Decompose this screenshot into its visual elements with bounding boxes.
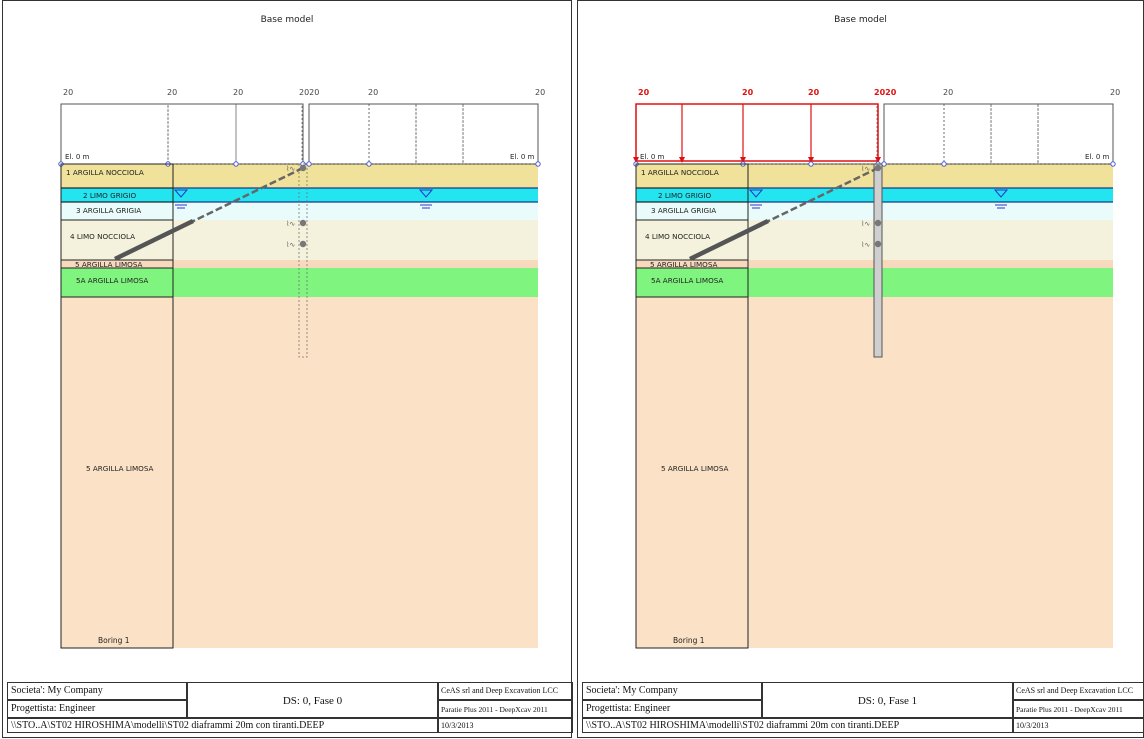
surcharge-label: 2020 [299,88,319,97]
spring-icon: ⌇∿ [861,241,870,249]
surface-node [233,161,239,167]
surcharge-box [167,103,237,165]
stratum-label: 3 ARGILLA GRIGIA [76,206,141,215]
diaphragm-wall [873,163,883,358]
company-field: Societa': My Company [7,682,187,700]
surcharge-label: 2020 [874,88,897,97]
surcharge-outline-left [60,103,304,164]
title-block: Societa': My Company Progettista: Engine… [3,682,573,739]
file-path-field: \\STO..A\ST02 HIROSHIMA\modelli\ST02 dia… [7,718,438,733]
surcharge-box [810,103,878,165]
date-field: 10/3/2013 [1013,718,1144,733]
support-node [874,240,882,248]
surcharge-label: 20 [1110,88,1120,97]
surcharge-outline-left [635,103,879,164]
designer-field: Progettista: Engineer [582,700,762,718]
support-node [299,219,307,227]
surcharge-label: 20 [943,88,953,97]
boring-label: Boring 1 [98,636,130,645]
surcharge-label: 20 [742,88,754,97]
support-node [874,164,882,172]
surcharge-label: 20 [167,88,177,97]
surcharge-label: 20 [233,88,243,97]
stratum-label: 4 LIMO NOCCIOLA [70,232,135,241]
surcharge-box [235,103,303,165]
surface-node [366,161,372,167]
surface-node [1110,161,1116,167]
boring-label: Boring 1 [673,636,705,645]
surface-node [808,161,814,167]
file-path-field: \\STO..A\ST02 HIROSHIMA\modelli\ST02 dia… [582,718,1013,733]
stratum-label: 5 ARGILLA LIMOSA [650,260,718,269]
stage-panel-fase-0: Base model 20 20 20 2020 20 20 El. 0 m El. 0 m1… [2,0,573,739]
surcharge-label: 20 [368,88,378,97]
stratum-label: 5 ARGILLA LIMOSA [86,464,154,473]
program-field: Paratie Plus 2011 - DeepXcav 2011 [438,700,573,718]
surcharge-label: 20 [63,88,73,97]
stratum-label: 5A ARGILLA LIMOSA [651,276,723,285]
stage-field: DS: 0, Fase 1 [762,682,1013,718]
stratum-label: 5 ARGILLA LIMOSA [75,260,143,269]
surface-node [306,161,312,167]
spring-icon: ⌇∿ [286,241,295,249]
surcharge-label: 20 [535,88,545,97]
firm-field: CeAS srl and Deep Excavation LCC [438,682,573,700]
surface-node [941,161,947,167]
support-node [299,164,307,172]
designer-field: Progettista: Engineer [7,700,187,718]
stratum-label: 5A ARGILLA LIMOSA [76,276,148,285]
surcharge-load-outline [635,103,879,161]
surcharge-outline-right [883,103,1114,164]
spring-icon: ⌇∿ [286,220,295,228]
surcharge-label: 20 [808,88,820,97]
stratum-label: 1 ARGILLA NOCCIOLA [66,168,144,177]
surcharge-box [368,103,417,165]
company-field: Societa': My Company [582,682,762,700]
surcharge-box [308,103,370,165]
stage-field: DS: 0, Fase 0 [187,682,438,718]
section-drawing: 20 20 20 2020 20 20El. 0 m El. 0 m1 ARGILLA NO… [633,88,1120,649]
surcharge-outline-right [308,103,539,164]
stratum-label: 3 ARGILLA GRIGIA [651,206,716,215]
section-drawing: 20 20 20 2020 20 20El. 0 m El. 0 m1 ARGILLA NO… [58,88,545,649]
spring-icon: ⌇∿ [861,220,870,228]
stratum-label: 2 LIMO GRIGIO [83,191,136,200]
support-node [874,219,882,227]
elevation-label-right: El. 0 m [510,153,534,161]
elevation-label-left: El. 0 m [640,153,664,161]
surface-node [535,161,541,167]
spring-icon: ⌇∿ [861,165,870,173]
date-field: 10/3/2013 [438,718,573,733]
surcharge-arrow-head [679,157,685,163]
stratum-label: 2 LIMO GRIGIO [658,191,711,200]
stratum-label: 1 ARGILLA NOCCIOLA [641,168,719,177]
surcharge-box [883,103,945,165]
support-node [299,240,307,248]
surcharge-box [990,103,1039,165]
elevation-label-left: El. 0 m [65,153,89,161]
firm-field: CeAS srl and Deep Excavation LCC [1013,682,1144,700]
surcharge-box [943,103,992,165]
stratum-label: 4 LIMO NOCCIOLA [645,232,710,241]
stratum-label: 5 ARGILLA LIMOSA [661,464,729,473]
title-block: Societa': My Company Progettista: Engine… [578,682,1144,739]
surcharge-box [415,103,464,165]
surcharge-label: 20 [638,88,650,97]
spring-icon: ⌇∿ [286,165,295,173]
elevation-label-right: El. 0 m [1085,153,1109,161]
surcharge-box [742,103,812,165]
stage-panel-fase-1: Base model 20 20 20 2020 20 20 El. 0 m El. 0 m1… [577,0,1144,738]
program-field: Paratie Plus 2011 - DeepXcav 2011 [1013,700,1144,718]
